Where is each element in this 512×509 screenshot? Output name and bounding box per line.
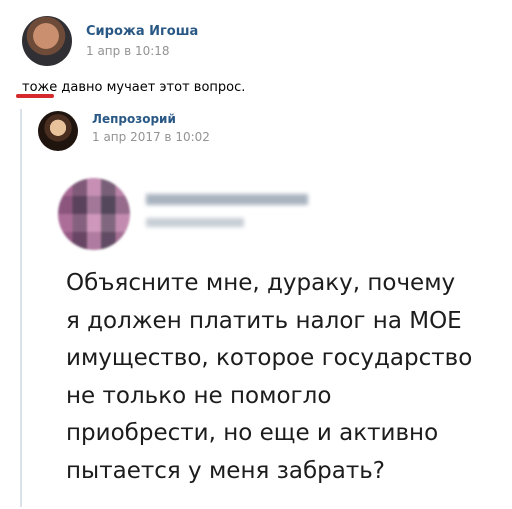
author-block: Сирожа Игоша 1 апр в 10:18 xyxy=(86,24,198,59)
repost-header: Лепрозорий 1 апр 2017 в 10:02 xyxy=(38,111,210,151)
red-underline-annotation xyxy=(16,94,54,98)
attached-image[interactable]: Объясните мне, дураку, почему я должен п… xyxy=(40,160,500,500)
post-header: Сирожа Игоша 1 апр в 10:18 xyxy=(22,16,198,66)
author-avatar[interactable] xyxy=(22,16,72,66)
repost-border xyxy=(20,109,22,507)
repost-avatar[interactable] xyxy=(38,111,78,151)
post-date-link[interactable]: 1 апр в 10:18 xyxy=(86,43,198,59)
blurred-date xyxy=(146,218,244,227)
post-text: тоже давно мучает этот вопрос. xyxy=(22,80,246,95)
repost-author-block: Лепрозорий 1 апр 2017 в 10:02 xyxy=(92,112,210,145)
blurred-name xyxy=(146,194,308,205)
author-name-link[interactable]: Сирожа Игоша xyxy=(86,24,198,40)
blurred-avatar xyxy=(58,178,130,250)
repost-date-link[interactable]: 1 апр 2017 в 10:02 xyxy=(92,130,210,145)
image-quote-text: Объясните мне, дураку, почему я должен п… xyxy=(66,270,473,484)
repost-author-link[interactable]: Лепрозорий xyxy=(92,112,210,127)
